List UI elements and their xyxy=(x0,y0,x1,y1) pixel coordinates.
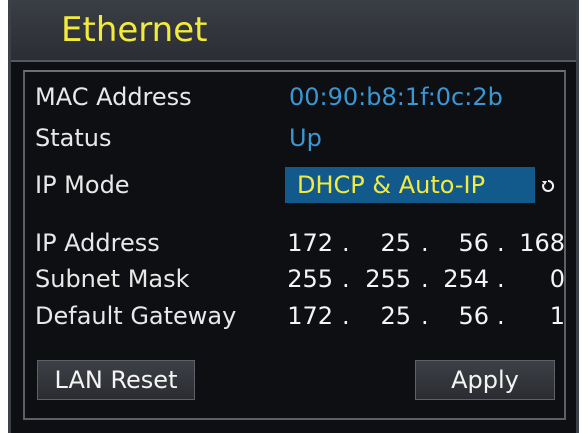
default-gateway-label: Default Gateway xyxy=(35,302,237,330)
subnet-mask-label: Subnet Mask xyxy=(35,265,190,293)
lan-reset-button[interactable]: LAN Reset xyxy=(37,360,195,400)
title-bar: Ethernet xyxy=(11,0,576,62)
panel-title: Ethernet xyxy=(61,10,208,50)
octet-separator: . xyxy=(421,302,429,330)
default-gateway-octet-2[interactable]: 25 xyxy=(351,301,411,331)
ip-address-octet-2[interactable]: 25 xyxy=(351,228,411,258)
subnet-mask-octet-2[interactable]: 255 xyxy=(351,264,411,294)
octet-separator: . xyxy=(421,229,429,257)
ip-mode-value[interactable]: DHCP & Auto-IP xyxy=(297,170,485,200)
octet-separator: . xyxy=(497,302,505,330)
default-gateway-octet-3[interactable]: 56 xyxy=(429,301,489,331)
octet-separator: . xyxy=(342,265,350,293)
subnet-mask-octet-4[interactable]: 0 xyxy=(505,264,565,294)
octet-separator: . xyxy=(342,302,350,330)
ip-address-octet-1[interactable]: 172 xyxy=(273,228,333,258)
status-value: Up xyxy=(289,124,322,152)
apply-button[interactable]: Apply xyxy=(415,360,555,400)
default-gateway-octet-4[interactable]: 1 xyxy=(505,301,565,331)
ip-address-octet-4[interactable]: 168 xyxy=(505,228,565,258)
octet-separator: . xyxy=(497,229,505,257)
octet-separator: . xyxy=(421,265,429,293)
default-gateway-octet-1[interactable]: 172 xyxy=(273,301,333,331)
ip-address-octet-3[interactable]: 56 xyxy=(429,228,489,258)
octet-separator: . xyxy=(342,229,350,257)
mac-address-value: 00:90:b8:1f:0c:2b xyxy=(289,83,503,111)
mac-address-label: MAC Address xyxy=(35,83,192,111)
octet-separator: . xyxy=(497,265,505,293)
status-label: Status xyxy=(35,124,112,152)
cycle-icon[interactable] xyxy=(541,179,555,193)
ip-mode-label: IP Mode xyxy=(35,171,130,199)
subnet-mask-octet-1[interactable]: 255 xyxy=(273,264,333,294)
ip-address-label: IP Address xyxy=(35,229,160,257)
subnet-mask-octet-3[interactable]: 254 xyxy=(429,264,489,294)
ethernet-panel: Ethernet MAC Address 00:90:b8:1f:0c:2b S… xyxy=(8,0,579,433)
